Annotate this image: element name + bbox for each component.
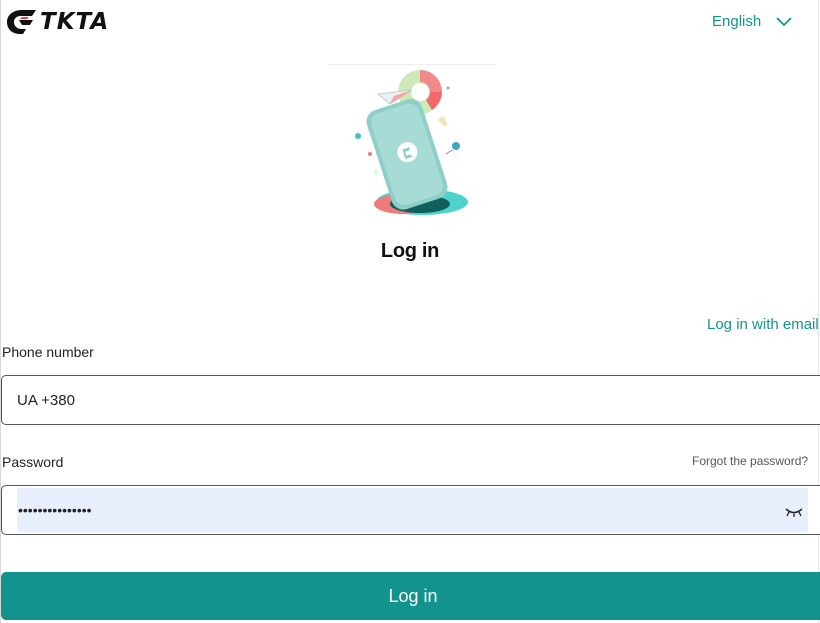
page-title: Log in: [380, 240, 440, 262]
phone-illustration: [355, 70, 468, 215]
login-with-email-link[interactable]: Log in with email: [707, 316, 818, 333]
language-selector[interactable]: English: [712, 13, 793, 30]
password-autofill-background: [17, 488, 808, 532]
forgot-password-link[interactable]: Forgot the password?: [692, 454, 818, 468]
phone-input[interactable]: UA +380: [1, 375, 820, 425]
logo-mark-icon: [7, 10, 36, 34]
eye-closed-icon[interactable]: [784, 506, 804, 518]
password-input[interactable]: •••••••••••••••: [1, 485, 820, 535]
login-button[interactable]: Log in: [1, 572, 820, 620]
language-label: English: [712, 13, 762, 30]
logo-text: TKTA: [40, 9, 110, 35]
password-value: •••••••••••••••: [18, 502, 92, 518]
password-label: Password: [2, 454, 64, 470]
phone-value: UA +380: [17, 392, 75, 409]
brand-logo[interactable]: TKTA: [6, 8, 109, 36]
chevron-down-icon: [776, 16, 792, 26]
phone-label: Phone number: [2, 344, 94, 360]
